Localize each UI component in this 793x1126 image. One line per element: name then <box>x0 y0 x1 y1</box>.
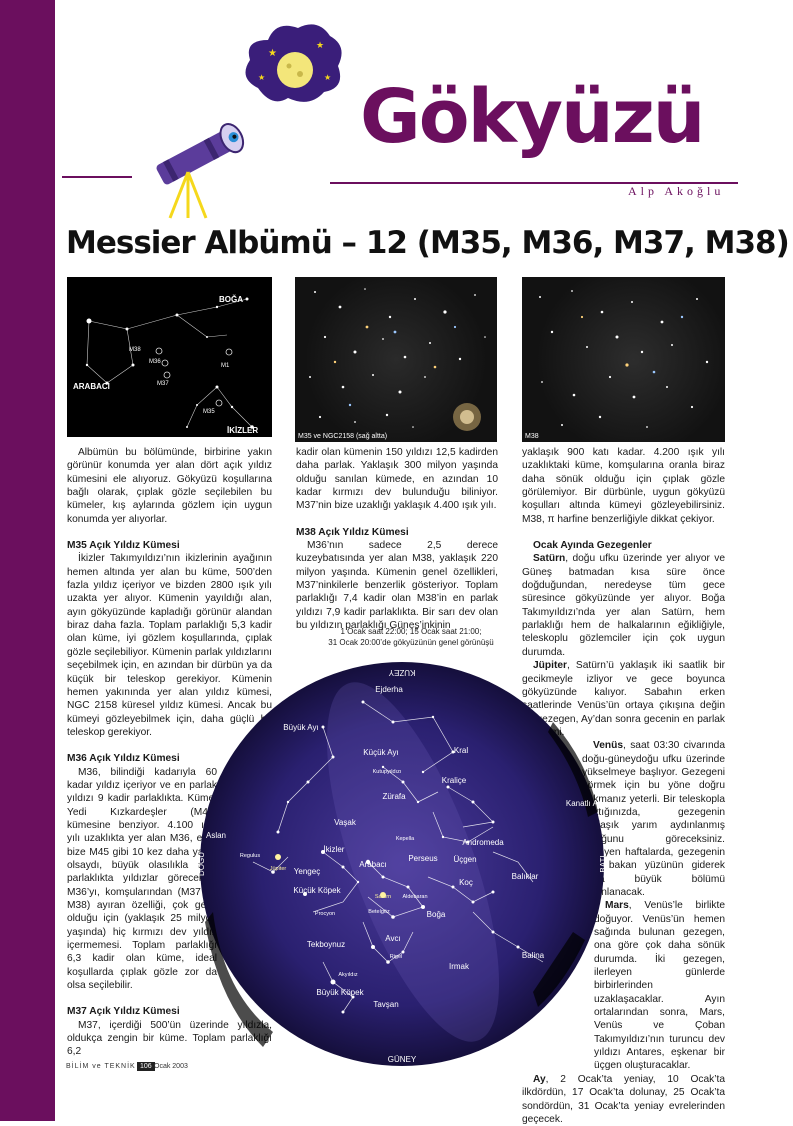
label-tekboynuz: Tekboynuz <box>307 940 345 949</box>
west-label: BATI <box>599 855 608 872</box>
south-label: GÜNEY <box>388 1055 417 1064</box>
m38-caption: M38 <box>525 433 539 440</box>
label-andromeda: Andromeda <box>462 838 504 847</box>
svg-text:★: ★ <box>258 73 265 82</box>
label-aldebaran: Aldebaran <box>402 894 427 900</box>
constellation-chart: BOĞA ARABACI İKİZLER M38 M36 M37 M1 M35 <box>73 295 258 435</box>
label-kralice: Kraliçe <box>442 776 467 785</box>
issue-date: Ocak 2003 <box>154 1063 188 1070</box>
chart-label-ikizler: İKİZLER <box>227 426 258 435</box>
text-column-2: kadir olan kümenin 150 yıldızı 12,5 kadi… <box>296 446 498 632</box>
svg-text:★: ★ <box>316 41 324 51</box>
label-balina: Balina <box>522 951 545 960</box>
section-title: Gökyüzü <box>360 74 705 160</box>
label-regulus: Regulus <box>240 853 260 859</box>
left-sidebar-band <box>0 0 55 1121</box>
label-kutupyildizi: Kutupyıldızı <box>373 769 402 775</box>
moon-name: Ay <box>533 1073 546 1085</box>
mars-text: , Venüs’le birlikte doğuyor. Venüs’ün he… <box>594 900 725 1072</box>
label-kucuk-kopek-1: Küçük Köpek <box>293 886 341 895</box>
label-perseus: Perseus <box>408 854 437 863</box>
label-aslan: Aslan <box>206 831 226 840</box>
m38-paragraph: M36’nın sadece 2,5 derece kuzeybatısında… <box>296 540 498 632</box>
saturn-paragraph: Satürn, doğu ufku üzerinde yer alıyor ve… <box>522 552 725 659</box>
saturn-name: Satürn <box>533 553 566 565</box>
label-rigel: Rigel <box>390 954 403 960</box>
author-name: Alp Akoğlu <box>628 184 725 198</box>
chart-label-m36: M36 <box>149 359 161 365</box>
label-saturn: Satürn <box>375 894 391 900</box>
chart-label-m1: M1 <box>221 363 230 369</box>
label-yengec: Yengeç <box>294 867 320 876</box>
label-kral: Kral <box>454 746 468 755</box>
label-procyon: Procyon <box>315 911 335 917</box>
label-baliklar: Balıklar <box>512 872 539 881</box>
m38-heading: M38 Açık Yıldız Kümesi <box>296 526 409 538</box>
magazine-brand: BİLİM ve TEKNİK <box>66 1063 136 1070</box>
page-number: 106 <box>137 1062 155 1071</box>
label-akyildiz: Akyıldız <box>338 972 358 978</box>
chart-label-arabaci: ARABACI <box>73 382 110 391</box>
jupiter-marker <box>275 854 281 860</box>
m38-photo: M38 <box>522 277 725 442</box>
label-boga: Boğa <box>427 910 446 919</box>
article-headline: Messier Albümü – 12 (M35, M36, M37, M38) <box>66 225 790 261</box>
label-buyuk-kopek: Büyük Köpek <box>316 988 364 997</box>
saturn-text: , doğu ufku üzerinde yer alıyor ve Güneş… <box>522 553 725 658</box>
sky-map-caption-line-1: 1 Ocak saat 22:00; 15 Ocak saat 21:00; <box>340 627 482 636</box>
m37-continued-paragraph: kadir olan kümenin 150 yıldızı 12,5 kadi… <box>296 447 498 512</box>
north-label: KUZEY <box>388 668 415 677</box>
label-jupiter: Jüpiter <box>270 866 287 872</box>
moon-text: , 2 Ocak’ta yeniay, 10 Ocak’ta ilkdördün… <box>522 1073 725 1125</box>
header-rule-left <box>62 176 132 178</box>
svg-text:★: ★ <box>324 73 331 82</box>
chart-label-m38: M38 <box>129 347 141 353</box>
m35-caption: M35 ve NGC2158 (sağ altta) <box>298 433 388 440</box>
label-avci: Avcı <box>385 934 400 943</box>
label-ucgen: Üçgen <box>453 855 476 864</box>
label-ikizler: İkizler <box>324 845 345 854</box>
m38-continued-paragraph: yaklaşık 900 katı kadar. 4.200 ışık yılı… <box>522 447 725 525</box>
chart-label-m37: M37 <box>157 381 169 387</box>
moon-paragraph: Ay, 2 Ocak’ta yeniay, 10 Ocak’ta ilkdörd… <box>522 1073 725 1126</box>
chart-label-m35: M35 <box>203 409 215 415</box>
planets-heading: Ocak Ayında Gezegenler <box>533 540 652 552</box>
svg-text:★: ★ <box>268 48 277 59</box>
m35-starfield <box>309 288 486 431</box>
label-zurafa: Zürafa <box>382 792 406 801</box>
label-betelgeuse: Betelgöz <box>368 909 390 915</box>
label-kepella: Kepella <box>396 836 415 842</box>
label-ejderha: Ejderha <box>375 685 403 694</box>
m38-starfield <box>539 290 709 428</box>
east-label: DOĞU <box>197 852 206 876</box>
label-kucuk-ayi: Küçük Ayı <box>363 748 398 757</box>
label-koc: Koç <box>459 878 473 887</box>
sky-map-caption: 1 Ocak saat 22:00; 15 Ocak saat 21:00; 3… <box>300 626 522 648</box>
label-buyuk-ayi: Büyük Ayı <box>283 723 318 732</box>
label-arabaci: Arabacı <box>359 860 387 869</box>
label-vasak: Vaşak <box>334 818 357 827</box>
constellation-chart-photo: BOĞA ARABACI İKİZLER M38 M36 M37 M1 M35 <box>67 277 272 437</box>
intro-paragraph: Albümün bu bölümünde, birbirine yakın gö… <box>67 447 272 525</box>
label-tavsan: Tavşan <box>373 1000 398 1009</box>
label-irmak: Irmak <box>449 962 470 971</box>
telescope-icon <box>156 123 245 219</box>
m35-photo: M35 ve NGC2158 (sağ altta) <box>295 277 497 442</box>
sky-map-caption-line-2: 31 Ocak 20:00’de gökyüzünün genel görünü… <box>328 638 494 647</box>
night-cloud-illustration: ★ ★ ★ ★ <box>245 24 342 102</box>
m35-heading: M35 Açık Yıldız Kümesi <box>67 540 180 552</box>
sky-map: KUZEY GÜNEY DOĞU BATI Ejderha Büyük Ayı … <box>197 662 608 1066</box>
chart-label-boga: BOĞA <box>219 295 243 304</box>
label-kanatli-at: Kanatlı At <box>566 799 601 808</box>
